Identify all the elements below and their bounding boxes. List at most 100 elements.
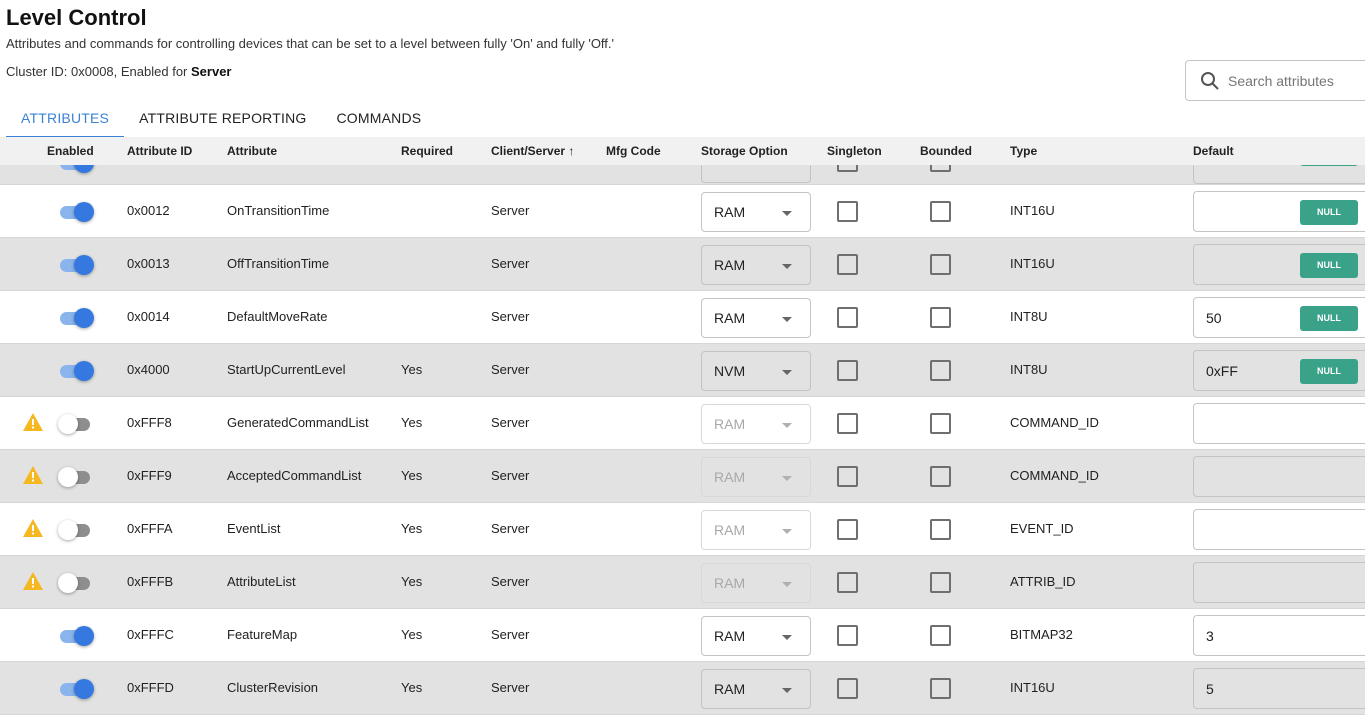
default-field[interactable] bbox=[1193, 562, 1365, 603]
default-field[interactable]: NULL bbox=[1193, 191, 1365, 232]
attribute-name-cell: ClusterRevision bbox=[227, 680, 319, 695]
toggle-thumb bbox=[74, 361, 94, 381]
toggle-thumb bbox=[74, 255, 94, 275]
required-cell: Yes bbox=[401, 574, 423, 589]
table-row: 0xFFFC FeatureMap Yes Server RAM BITMAP3… bbox=[0, 609, 1365, 662]
attribute-id-cell: 0x4000 bbox=[127, 362, 170, 377]
attribute-name-cell: GeneratedCommandList bbox=[227, 415, 369, 430]
bounded-checkbox[interactable] bbox=[930, 360, 951, 381]
chevron-down-icon bbox=[782, 264, 792, 269]
column-header-mfg-code[interactable]: Mfg Code bbox=[606, 144, 661, 158]
singleton-checkbox[interactable] bbox=[837, 519, 858, 540]
bounded-checkbox[interactable] bbox=[930, 625, 951, 646]
default-value: 5 bbox=[1206, 681, 1214, 697]
null-button[interactable]: NULL bbox=[1300, 200, 1358, 225]
bounded-checkbox[interactable] bbox=[930, 678, 951, 699]
column-header-storage-option[interactable]: Storage Option bbox=[701, 144, 788, 158]
bounded-checkbox[interactable] bbox=[930, 466, 951, 487]
storage-select[interactable] bbox=[701, 163, 811, 183]
cluster-info: Cluster ID: 0x0008, Enabled for Server bbox=[6, 64, 231, 79]
storage-select[interactable]: RAM bbox=[701, 563, 811, 603]
singleton-checkbox[interactable] bbox=[837, 413, 858, 434]
singleton-checkbox[interactable] bbox=[837, 678, 858, 699]
singleton-checkbox[interactable] bbox=[837, 360, 858, 381]
singleton-checkbox[interactable] bbox=[837, 254, 858, 275]
client-server-cell: Server bbox=[491, 362, 530, 377]
column-header-default[interactable]: Default bbox=[1193, 144, 1234, 158]
singleton-checkbox[interactable] bbox=[837, 572, 858, 593]
toggle-thumb bbox=[74, 626, 94, 646]
enabled-toggle[interactable] bbox=[58, 679, 94, 699]
search-field[interactable] bbox=[1185, 60, 1365, 101]
enabled-toggle[interactable] bbox=[58, 202, 94, 222]
column-header-attribute[interactable]: Attribute bbox=[227, 144, 277, 158]
singleton-checkbox[interactable] bbox=[837, 307, 858, 328]
enabled-toggle[interactable] bbox=[58, 414, 94, 434]
required-cell: Yes bbox=[401, 627, 423, 642]
column-header-required[interactable]: Required bbox=[401, 144, 453, 158]
column-header-client-server[interactable]: Client/Server ↑ bbox=[491, 144, 574, 158]
enabled-toggle[interactable] bbox=[58, 308, 94, 328]
column-header-bounded[interactable]: Bounded bbox=[920, 144, 972, 158]
enabled-toggle[interactable] bbox=[58, 255, 94, 275]
chevron-down-icon bbox=[782, 582, 792, 587]
storage-select[interactable]: RAM bbox=[701, 404, 811, 444]
tab-attribute-reporting[interactable]: ATTRIBUTE REPORTING bbox=[124, 106, 321, 136]
required-cell: Yes bbox=[401, 468, 423, 483]
singleton-checkbox[interactable] bbox=[837, 201, 858, 222]
singleton-checkbox[interactable] bbox=[837, 466, 858, 487]
column-header-type[interactable]: Type bbox=[1010, 144, 1037, 158]
client-server-cell: Server bbox=[491, 521, 530, 536]
storage-select[interactable]: RAM bbox=[701, 669, 811, 709]
storage-value: RAM bbox=[714, 522, 746, 538]
storage-select[interactable]: RAM bbox=[701, 245, 811, 285]
null-button[interactable]: NULL bbox=[1300, 359, 1358, 384]
default-field[interactable] bbox=[1193, 163, 1365, 184]
table-row: 0x0012 OnTransitionTime Server RAM INT16… bbox=[0, 185, 1365, 238]
default-field[interactable]: 3 bbox=[1193, 615, 1365, 656]
default-field[interactable]: 5 bbox=[1193, 668, 1365, 709]
bounded-checkbox[interactable] bbox=[930, 201, 951, 222]
bounded-checkbox[interactable] bbox=[930, 307, 951, 328]
storage-select[interactable]: RAM bbox=[701, 298, 811, 338]
bounded-checkbox[interactable] bbox=[930, 254, 951, 275]
default-field[interactable]: 50 NULL bbox=[1193, 297, 1365, 338]
enabled-toggle[interactable] bbox=[58, 520, 94, 540]
singleton-checkbox[interactable] bbox=[837, 625, 858, 646]
bounded-checkbox[interactable] bbox=[930, 572, 951, 593]
warning-icon bbox=[23, 413, 43, 431]
storage-select[interactable]: NVM bbox=[701, 351, 811, 391]
attribute-id-cell: 0xFFFA bbox=[127, 521, 173, 536]
null-button[interactable]: NULL bbox=[1300, 306, 1358, 331]
enabled-toggle[interactable] bbox=[58, 573, 94, 593]
client-server-cell: Server bbox=[491, 203, 530, 218]
bounded-checkbox[interactable] bbox=[930, 413, 951, 434]
tab-attributes[interactable]: ATTRIBUTES bbox=[6, 106, 125, 138]
column-header-singleton[interactable]: Singleton bbox=[827, 144, 882, 158]
storage-select[interactable]: RAM bbox=[701, 457, 811, 497]
enabled-toggle[interactable] bbox=[58, 467, 94, 487]
enabled-toggle[interactable] bbox=[58, 626, 94, 646]
search-input[interactable] bbox=[1228, 72, 1358, 89]
column-header-attribute-id[interactable]: Attribute ID bbox=[127, 144, 192, 158]
table-row: 0xFFF9 AcceptedCommandList Yes Server RA… bbox=[0, 450, 1365, 503]
null-button[interactable]: NULL bbox=[1300, 253, 1358, 278]
default-field[interactable]: NULL bbox=[1193, 244, 1365, 285]
enabled-toggle[interactable] bbox=[58, 361, 94, 381]
attribute-id-cell: 0xFFFC bbox=[127, 627, 174, 642]
tab-commands[interactable]: COMMANDS bbox=[321, 106, 436, 136]
default-field[interactable] bbox=[1193, 456, 1365, 497]
cluster-id-text: Cluster ID: 0x0008, Enabled for bbox=[6, 64, 191, 79]
default-field[interactable] bbox=[1193, 403, 1365, 444]
storage-select[interactable]: RAM bbox=[701, 616, 811, 656]
storage-select[interactable]: RAM bbox=[701, 192, 811, 232]
default-field[interactable] bbox=[1193, 509, 1365, 550]
bounded-checkbox[interactable] bbox=[930, 519, 951, 540]
column-header-enabled[interactable]: Enabled bbox=[47, 144, 94, 158]
default-field[interactable]: 0xFF NULL bbox=[1193, 350, 1365, 391]
storage-select[interactable]: RAM bbox=[701, 510, 811, 550]
required-cell: Yes bbox=[401, 415, 423, 430]
attribute-name-cell: EventList bbox=[227, 521, 281, 536]
table-body: 0x0012 OnTransitionTime Server RAM INT16… bbox=[0, 163, 1365, 715]
storage-value: RAM bbox=[714, 681, 746, 697]
